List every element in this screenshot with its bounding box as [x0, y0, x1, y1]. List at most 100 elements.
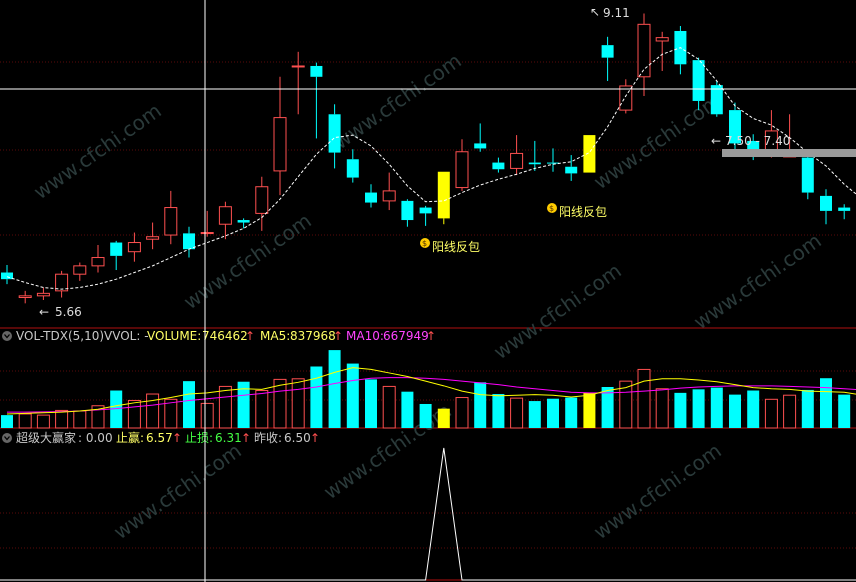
stop-loss-value: 6.31	[215, 431, 242, 445]
candle-body	[455, 151, 469, 189]
prev-close-value: 6.50	[284, 431, 311, 445]
candle-body	[91, 257, 105, 267]
collapse-icon[interactable]	[2, 331, 12, 341]
volume-value: 746462	[202, 329, 248, 343]
candle-body	[619, 85, 633, 111]
stop-profit-label: 止赢:	[116, 430, 144, 445]
volume-bar	[583, 392, 596, 428]
ma5-label: MA5:	[260, 329, 290, 343]
candle-body	[328, 114, 341, 153]
volume-bar	[674, 392, 687, 428]
up-arrow-icon: ↑	[241, 431, 251, 445]
volume-bar	[73, 410, 87, 429]
candle-body	[547, 162, 559, 164]
volume-bar	[346, 363, 359, 428]
candle-body	[365, 192, 377, 203]
candle-body	[510, 152, 524, 169]
arrow-icon: ←	[711, 134, 721, 148]
candle-body	[474, 143, 487, 149]
candle-body	[528, 162, 541, 165]
candle-body	[419, 207, 432, 214]
arrow-icon: ←	[39, 305, 49, 319]
volume-bar	[36, 414, 50, 429]
volume-bar	[382, 385, 396, 429]
candle-body	[200, 232, 214, 235]
candle-body	[255, 186, 269, 214]
ma10-label: MA10:	[346, 329, 384, 343]
candle-body	[146, 236, 160, 240]
volume-bar	[310, 366, 323, 428]
candle-body	[73, 265, 87, 275]
volume-bar	[801, 389, 814, 428]
volume-bar	[291, 378, 305, 429]
low-price-label: 5.66	[55, 305, 82, 319]
volume-bar	[255, 390, 269, 429]
candle-body	[164, 207, 178, 236]
candle-body	[1, 272, 13, 280]
volume-bar	[729, 394, 741, 428]
volume-bar	[692, 389, 705, 428]
up-arrow-icon: ↑	[245, 329, 255, 343]
volume-bar	[838, 394, 851, 428]
volume-bar	[328, 350, 341, 428]
candle-body	[346, 159, 359, 178]
collapse-icon[interactable]	[2, 433, 12, 443]
ma10-value: 667949	[383, 329, 429, 343]
volume-bar	[455, 397, 469, 429]
volume-bar	[510, 397, 524, 429]
volume-bar	[200, 402, 214, 429]
volume-bar	[401, 391, 414, 428]
volume-bar	[547, 398, 559, 428]
candle-body	[401, 200, 414, 221]
stock-chart: www.cfchi.com www.cfchi.com www.cfchi.comw…	[0, 0, 856, 582]
candle-body	[18, 295, 32, 299]
candle-body	[382, 190, 396, 202]
indicator-title: 超级大赢家	[16, 430, 76, 445]
prev-close-label: 昨收:	[254, 431, 282, 445]
candle-body	[838, 207, 851, 211]
volume-bar	[474, 382, 487, 428]
volume-bar	[55, 409, 69, 429]
up-arrow-icon: ↑	[333, 329, 343, 343]
volume-bar	[127, 399, 141, 429]
vol-title: VOL-TDX(5,10)	[16, 329, 104, 343]
volume-bar	[528, 401, 541, 428]
volume-bar	[565, 397, 578, 428]
volume-bar	[637, 368, 651, 429]
arrow-icon: ↖	[590, 5, 600, 19]
candle-body	[437, 171, 450, 219]
volume-bar	[183, 381, 195, 428]
range-label: 7.50 - 7.40	[725, 134, 790, 148]
up-arrow-icon: ↑	[426, 329, 436, 343]
candle-body	[801, 157, 814, 193]
candle-body	[655, 37, 669, 42]
up-arrow-icon: ↑	[172, 431, 182, 445]
candle-body	[36, 292, 50, 297]
volume-bar	[747, 390, 760, 428]
volume-bar	[18, 413, 32, 429]
candle-body	[692, 60, 705, 101]
volume-bar	[1, 415, 13, 428]
indicator-panel-header: 超级大赢家 : 0.00 止赢: 6.57 ↑ 止损: 6.31 ↑ 昨收: 6…	[2, 430, 320, 445]
indicator-value: : 0.00	[78, 431, 113, 445]
volume-bar	[419, 403, 432, 428]
volume-bar	[655, 388, 669, 429]
up-arrow-icon: ↑	[310, 431, 320, 445]
volume-bar	[764, 398, 778, 429]
volume-bar	[146, 393, 160, 429]
candle-body	[310, 65, 323, 77]
ma5-value: 837968	[290, 329, 336, 343]
stop-profit-value: 6.57	[146, 431, 173, 445]
candle-body	[637, 23, 651, 78]
stop-loss-label: 止损:	[185, 431, 213, 445]
dollar-glyph: $	[422, 239, 427, 248]
vvol-label: VVOL: -	[104, 329, 149, 343]
volume-bar	[820, 378, 832, 428]
high-price-label: 9.11	[603, 6, 630, 20]
candle-body	[492, 162, 505, 170]
candle-body	[110, 242, 123, 256]
candle-body	[218, 206, 232, 225]
candle-body	[820, 195, 832, 211]
candle-body	[583, 135, 596, 173]
candle-body	[237, 220, 250, 223]
